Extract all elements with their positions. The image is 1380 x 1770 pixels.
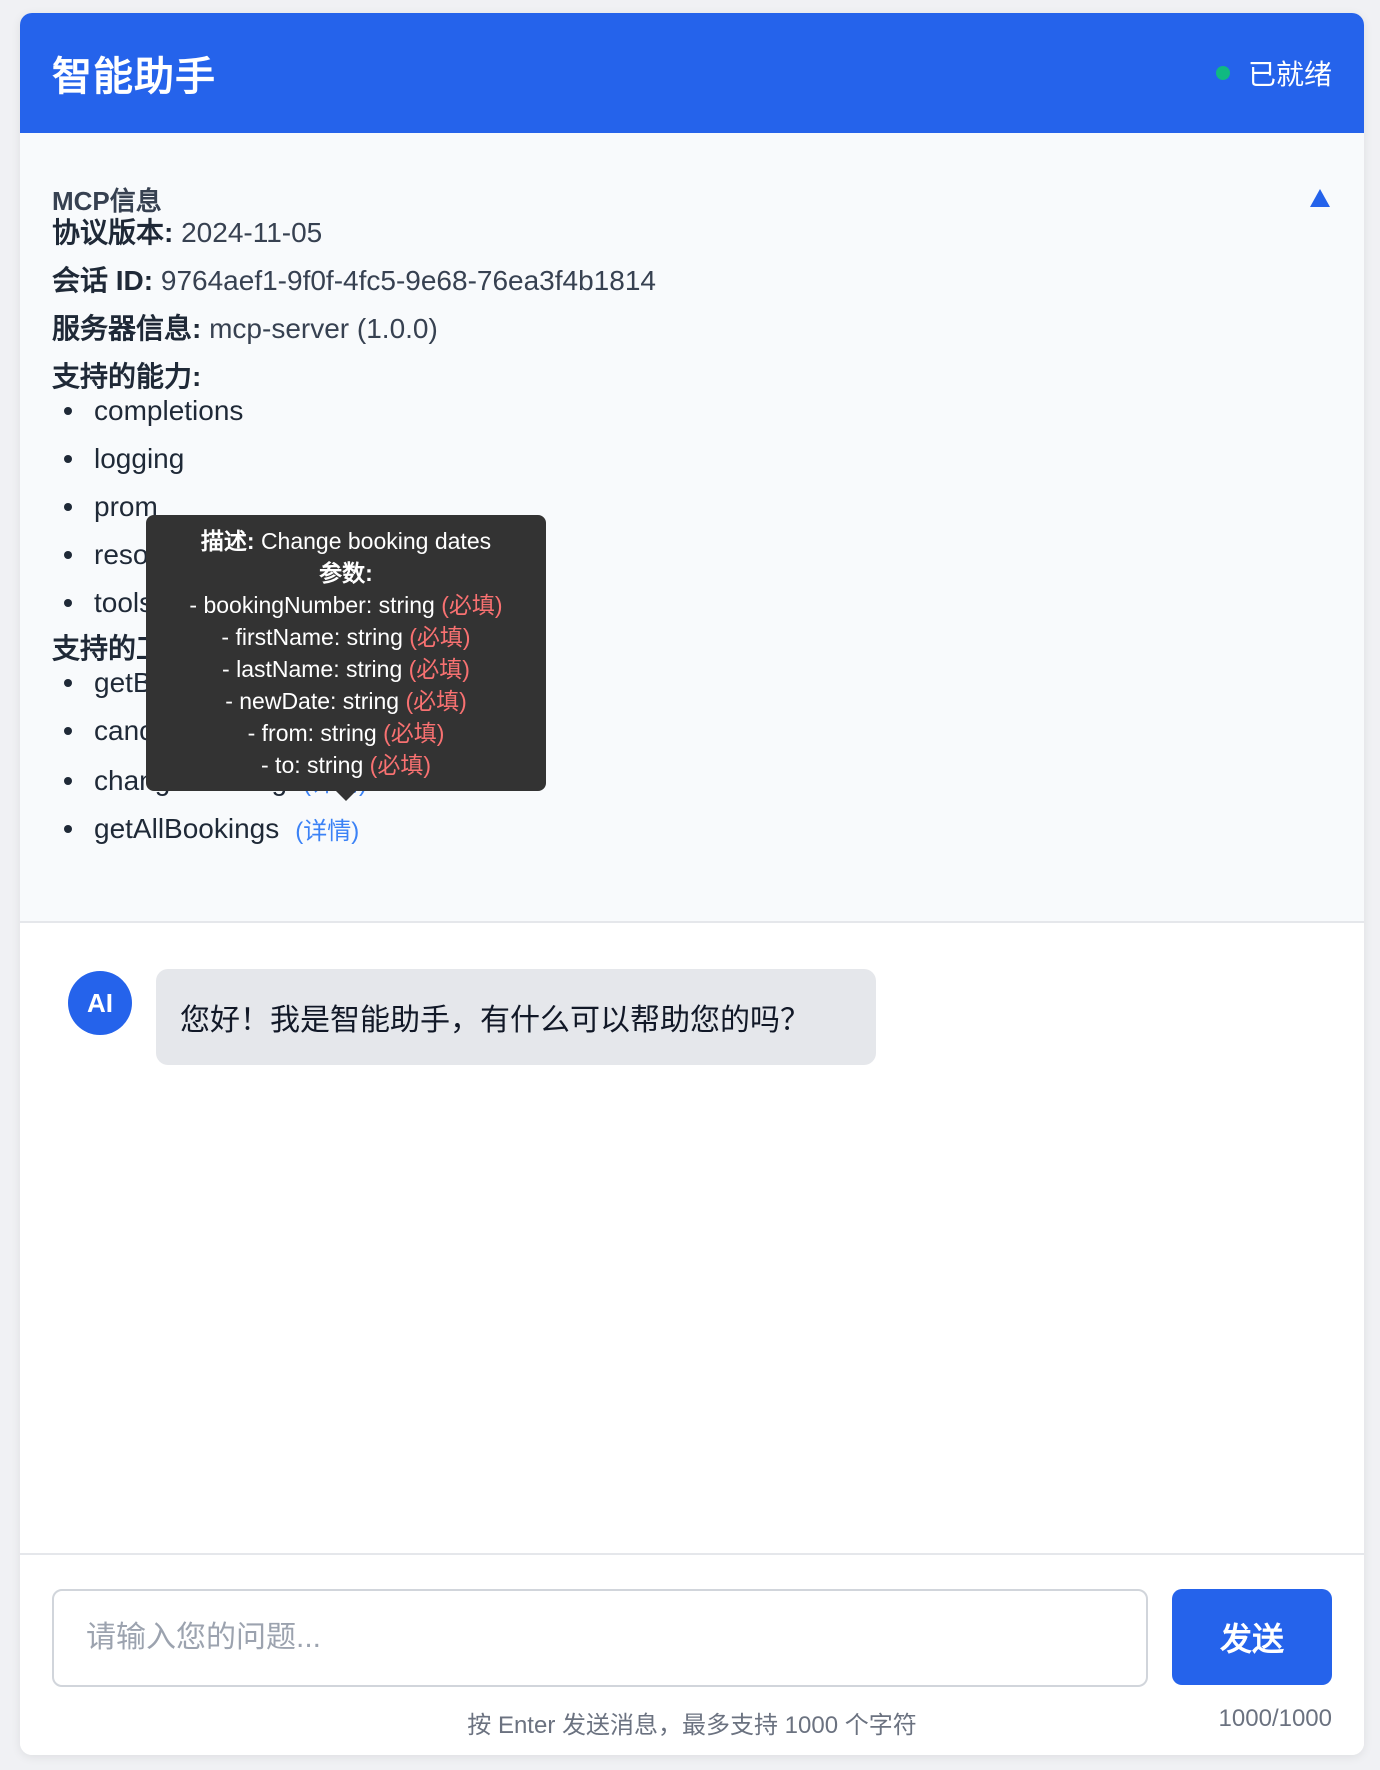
mcp-info-panel: MCP信息 协议版本: 2024-11-05 会话 ID: 9764aef1-9… [20,133,1364,923]
capability-item: reso [64,539,148,571]
server-info-label: 服务器信息: [52,313,202,344]
bullet-icon [64,679,72,687]
message-text: 您好！我是智能助手，有什么可以帮助您的吗？ [180,1004,810,1037]
bullet-icon [64,776,72,785]
app-title: 智能助手 [52,55,216,99]
bullet-icon [64,503,72,511]
capability-name: completions [94,395,244,426]
param-required: (必填) [408,656,470,682]
param-required: (必填) [383,720,445,746]
tool-detail-tooltip: 描述: Change booking dates 参数: - bookingNu… [146,515,546,801]
bullet-icon [64,455,72,463]
input-hint: 按 Enter 发送消息，最多支持 1000 个字符 [467,1712,917,1739]
capability-item: tools [64,587,153,619]
server-info-value: mcp-server (1.0.0) [209,313,438,344]
session-id: 会话 ID: 9764aef1-9f0f-4fc5-9e68-76ea3f4b1… [52,259,656,299]
tooltip-params-label: 参数: [319,560,373,586]
tool-item: getAllBookings (详情) [64,811,359,846]
tool-item: canc [64,715,153,747]
bullet-icon [64,551,72,559]
protocol-version-value: 2024-11-05 [181,217,323,248]
protocol-version: 协议版本: 2024-11-05 [52,211,322,251]
tooltip-param: - from: string (必填) [146,717,546,749]
capability-name: logging [94,443,185,474]
capability-item: prom [64,491,158,523]
tool-name: canc [94,715,154,746]
capability-name: tools [94,587,154,618]
tooltip-description-label: 描述: [200,528,255,554]
tool-item: getB [64,667,152,699]
session-id-value: 9764aef1-9f0f-4fc5-9e68-76ea3f4b1814 [160,265,656,296]
param-text: - firstName: string [221,624,403,650]
param-required: (必填) [405,688,467,714]
tooltip-param: - newDate: string (必填) [146,685,546,717]
param-text: - lastName: string [222,656,403,682]
bullet-icon [64,599,72,607]
capabilities-label: 支持的能力: [52,355,201,395]
tool-name: getB [94,667,152,698]
param-required: (必填) [369,752,431,778]
app-window: 智能助手 已就绪 MCP信息 协议版本: 2024-11-05 会话 ID: 9… [20,13,1364,1755]
bullet-icon [64,824,72,833]
tooltip-params-heading: 参数: [146,557,546,589]
tooltip-param: - firstName: string (必填) [146,621,546,653]
capability-item: completions [64,395,243,427]
status-text: 已就绪 [1247,59,1332,90]
status-dot-icon [1215,66,1230,80]
status-indicator: 已就绪 [1215,53,1332,93]
param-required: (必填) [441,592,503,618]
param-text: - from: string [247,720,377,746]
ai-avatar: AI [68,971,132,1035]
message-input[interactable] [52,1589,1148,1687]
param-text: - to: string [261,752,364,778]
chat-messages: AI 您好！我是智能助手，有什么可以帮助您的吗？ [20,923,1364,1553]
collapse-triangle-icon[interactable] [1310,189,1330,207]
tool-detail-link[interactable]: (详情) [295,811,359,846]
tooltip-param: - lastName: string (必填) [146,653,546,685]
tool-name: getAllBookings [94,812,280,844]
param-text: - bookingNumber: string [189,592,435,618]
tooltip-description: 描述: Change booking dates [146,525,546,557]
bullet-icon [64,407,72,415]
message-bubble: 您好！我是智能助手，有什么可以帮助您的吗？ [156,969,876,1065]
capabilities-heading: 支持的能力: [52,361,202,392]
char-counter: 1000/1000 [1218,1705,1332,1732]
capability-name: reso [94,539,149,570]
protocol-version-label: 协议版本: [52,217,174,248]
header: 智能助手 已就绪 [20,13,1364,133]
param-required: (必填) [409,624,471,650]
capability-item: logging [64,443,184,475]
server-info: 服务器信息: mcp-server (1.0.0) [52,307,438,347]
tooltip-description-value: Change booking dates [260,528,492,554]
session-id-label: 会话 ID: [52,265,154,296]
tooltip-param: - bookingNumber: string (必填) [146,589,546,621]
param-text: - newDate: string [225,688,400,714]
input-area: 发送 按 Enter 发送消息，最多支持 1000 个字符 1000/1000 [20,1553,1364,1755]
bullet-icon [64,727,72,735]
tooltip-param: - to: string (必填) [146,749,546,781]
send-button[interactable]: 发送 [1172,1589,1332,1685]
